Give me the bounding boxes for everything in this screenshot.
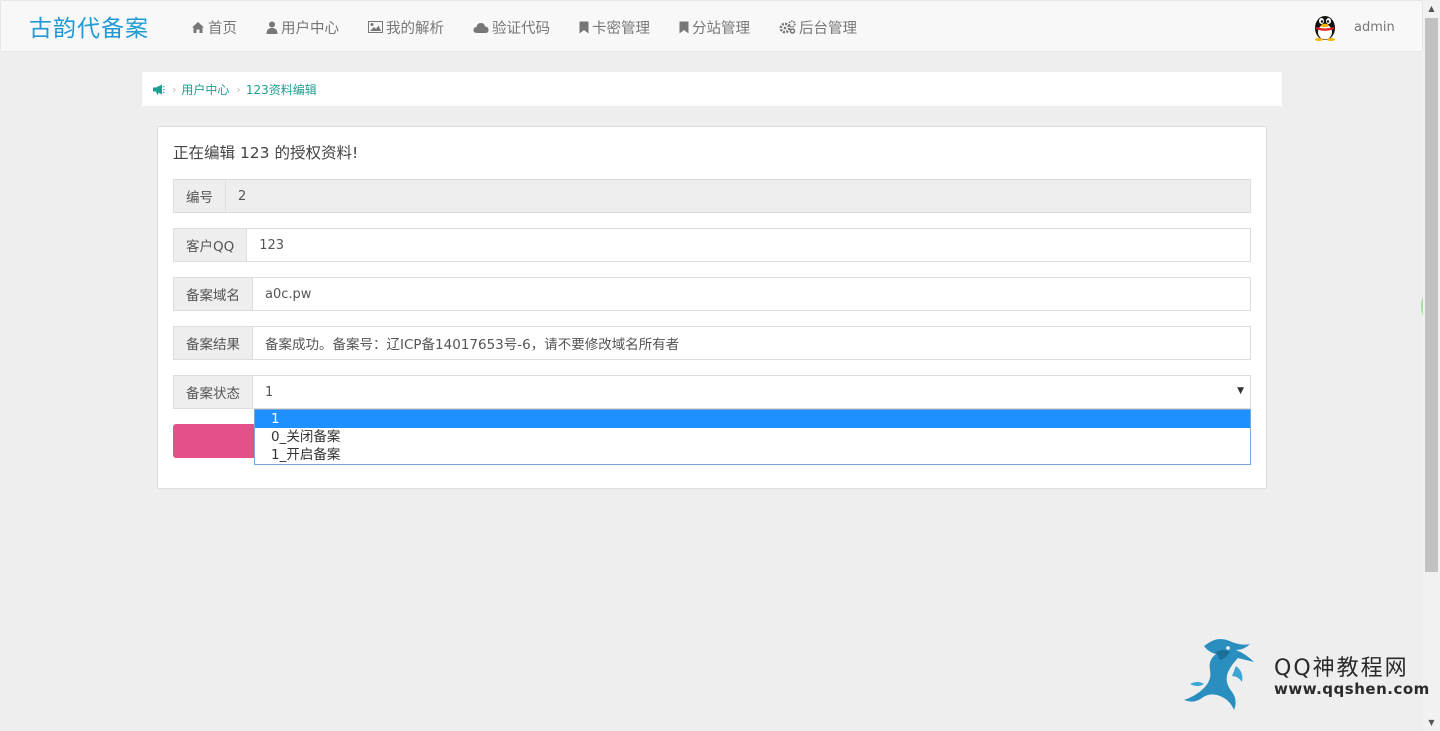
scroll-up-icon[interactable]: ▲	[1423, 0, 1440, 17]
user-name: admin	[1354, 19, 1395, 35]
breadcrumb-current: 123资料编辑	[245, 82, 317, 97]
scroll-down-icon[interactable]: ▼	[1423, 714, 1440, 731]
brand-logo[interactable]: 古韵代备案	[29, 9, 149, 43]
nav-item-my-dns[interactable]: 我的解析	[368, 17, 444, 38]
home-icon	[192, 21, 204, 33]
cogs-icon	[779, 20, 796, 34]
status-option[interactable]: 1_开启备案	[255, 446, 1250, 464]
id-label: 编号	[174, 180, 226, 212]
bullhorn-icon	[153, 84, 165, 94]
top-navbar: 古韵代备案 首页 用户中心 我的解析 验证代码 卡密管理 分站管理 后台管理 a…	[0, 0, 1423, 52]
status-group: 备案状态 1 ▼	[173, 375, 1251, 409]
status-select[interactable]: 1 ▼	[253, 376, 1250, 408]
nav-item-verify-code[interactable]: 验证代码	[473, 17, 550, 38]
image-icon	[368, 21, 383, 33]
status-dropdown-list: 1 0_关闭备案 1_开启备案	[254, 409, 1251, 465]
qq-input[interactable]	[259, 237, 1250, 253]
result-label: 备案结果	[174, 327, 253, 359]
user-icon	[266, 21, 278, 34]
status-option[interactable]: 0_关闭备案	[255, 428, 1250, 446]
qq-penguin-icon	[1315, 16, 1335, 41]
scrollbar-thumb[interactable]	[1425, 18, 1438, 572]
watermark-title: QQ神教程网	[1274, 656, 1409, 681]
caret-down-icon: ▼	[1237, 386, 1244, 396]
dragon-logo-icon	[1184, 639, 1254, 710]
domain-input[interactable]	[265, 286, 1250, 302]
qq-label: 客户QQ	[174, 229, 248, 261]
user-menu[interactable]: admin	[1313, 13, 1395, 41]
page-scrollbar[interactable]: ▲ ▼	[1423, 0, 1440, 731]
nav-item-home[interactable]: 首页	[191, 17, 237, 38]
breadcrumb-link-user-center[interactable]: 用户中心	[181, 81, 229, 98]
domain-group: 备案域名	[173, 277, 1251, 311]
nav-item-admin[interactable]: 后台管理	[779, 17, 857, 38]
nav-item-card-manage[interactable]: 卡密管理	[579, 17, 650, 38]
bookmark-icon	[679, 21, 689, 33]
id-field: 2	[226, 180, 1250, 212]
status-label: 备案状态	[174, 376, 253, 408]
qq-group: 客户QQ	[173, 228, 1251, 262]
main-nav: 首页 用户中心 我的解析 验证代码 卡密管理 分站管理 后台管理	[191, 1, 886, 53]
status-selected-value: 1	[265, 384, 274, 400]
status-option[interactable]: 1	[255, 410, 1250, 428]
nav-item-user-center[interactable]: 用户中心	[266, 17, 339, 38]
cloud-icon	[473, 22, 489, 33]
result-group: 备案结果	[173, 326, 1251, 360]
watermark: QQ神教程网 www.qqshen.com	[1180, 636, 1429, 712]
breadcrumb: › 用户中心 › 123资料编辑	[142, 72, 1282, 106]
page-title: 正在编辑 123 的授权资料!	[173, 144, 359, 162]
id-group: 编号 2	[173, 179, 1251, 213]
result-input[interactable]	[265, 335, 1250, 351]
bookmark-icon	[579, 21, 589, 33]
domain-label: 备案域名	[174, 278, 253, 310]
nav-item-substation-manage[interactable]: 分站管理	[679, 17, 750, 38]
watermark-url: www.qqshen.com	[1274, 680, 1430, 698]
